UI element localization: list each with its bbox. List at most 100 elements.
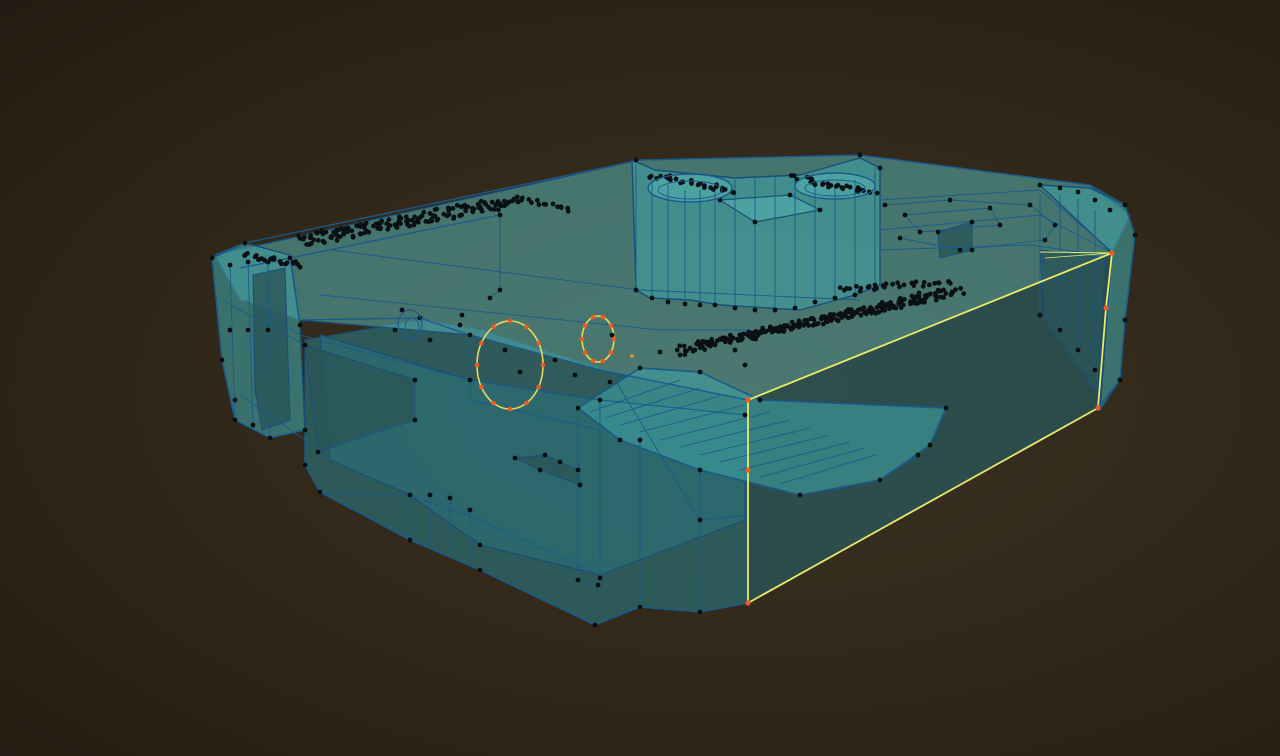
vertex <box>712 302 718 308</box>
vertex-cluster-point <box>801 322 807 328</box>
vertex-cluster-point <box>463 208 469 214</box>
vertex <box>517 369 523 375</box>
vertex-cluster-point <box>320 238 326 244</box>
mesh-edit-scene[interactable] <box>0 0 1280 756</box>
vertex <box>787 192 793 198</box>
vertex-cluster-point <box>699 343 705 349</box>
vertex-cluster-point <box>896 299 902 305</box>
vertex <box>267 435 273 441</box>
3d-viewport[interactable] <box>0 0 1280 756</box>
vertex-cluster-point <box>847 184 853 190</box>
vertex-cluster-point <box>350 233 356 239</box>
vertex-cluster-point <box>677 343 682 349</box>
selected-vertex <box>524 400 529 406</box>
vertex-cluster-point <box>802 317 808 323</box>
vertex-cluster-point <box>681 343 687 349</box>
vertex-cluster-point <box>403 214 409 220</box>
vertex <box>1122 202 1128 208</box>
vertex-cluster-point <box>937 288 942 294</box>
vertex-cluster-point <box>840 186 846 192</box>
vertex-cluster-point <box>687 345 693 351</box>
vertex <box>209 255 215 261</box>
vertex-cluster-point <box>961 291 967 296</box>
vertex-cluster-point <box>831 312 837 317</box>
vertex-cluster-point <box>895 280 900 286</box>
vertex-cluster-point <box>908 299 913 305</box>
vertex <box>287 255 293 261</box>
vertex-cluster-point <box>855 307 861 313</box>
vertex-cluster-point <box>362 222 368 228</box>
vertex <box>817 207 823 213</box>
vertex-cluster-point <box>314 230 320 236</box>
vertex-cluster-point <box>858 285 864 291</box>
vertex <box>897 235 903 241</box>
vertex-cluster-point <box>825 319 830 325</box>
vertex <box>697 609 703 615</box>
vertex-cluster-point <box>913 279 919 285</box>
vertex <box>497 287 503 293</box>
vertex-cluster-point <box>843 313 848 319</box>
vertex-cluster-point <box>354 223 359 229</box>
vertex <box>575 405 581 411</box>
selected-vertex <box>507 406 513 412</box>
vertex-cluster-point <box>459 212 465 218</box>
vertex-cluster-point <box>647 175 653 180</box>
vertex <box>467 507 473 513</box>
vertex-cluster-point <box>834 317 839 322</box>
vertex <box>607 379 613 385</box>
vertex <box>617 437 623 443</box>
selected-vertex <box>479 384 484 390</box>
vertex <box>609 332 615 338</box>
selected-vertex <box>600 358 606 364</box>
vertex-cluster-point <box>454 202 460 208</box>
vertex-cluster-point <box>847 286 853 291</box>
vertex-cluster-point <box>922 299 927 305</box>
vertex <box>969 219 975 225</box>
vertex-cluster-point <box>953 287 958 293</box>
vertex-cluster-point <box>450 205 456 211</box>
vertex-cluster-point <box>790 325 796 331</box>
selected-vertex <box>479 340 484 346</box>
vertex <box>987 205 993 211</box>
vertex-cluster-point <box>750 330 755 336</box>
vertex <box>392 327 398 333</box>
vertex <box>412 377 418 383</box>
vertex <box>792 305 798 311</box>
vertex-cluster-point <box>417 215 423 220</box>
vertex-cluster-point <box>731 190 737 196</box>
vertex-cluster-point <box>311 237 317 243</box>
vertex <box>597 397 603 403</box>
vertex-cluster-point <box>767 327 772 333</box>
vertex-cluster-point <box>921 279 927 285</box>
vertex <box>1075 347 1081 353</box>
vertex <box>633 287 639 293</box>
vertex-cluster-point <box>489 199 495 205</box>
vertex <box>697 369 703 375</box>
vertex-cluster-point <box>379 218 385 224</box>
vertex-cluster-point <box>958 285 964 291</box>
selected-vertex <box>590 358 596 364</box>
vertex <box>227 262 233 268</box>
vertex-cluster-point <box>812 182 818 188</box>
vertex <box>637 604 643 610</box>
vertex-cluster-point <box>529 200 534 206</box>
vertex <box>1092 367 1098 373</box>
vertex-cluster-point <box>261 257 267 263</box>
vertex <box>832 295 838 301</box>
vertex-cluster-point <box>674 347 680 353</box>
vertex <box>427 492 433 498</box>
vertex <box>1052 222 1058 228</box>
vertex <box>797 492 803 498</box>
vertex <box>245 327 251 333</box>
vertex-cluster-point <box>754 334 759 339</box>
selected-vertex <box>611 336 617 342</box>
vertex-cluster-point <box>334 237 340 243</box>
vertex <box>575 467 581 473</box>
vertex <box>497 212 503 218</box>
vertex <box>467 332 473 338</box>
selected-vertex <box>745 600 751 606</box>
vertex <box>315 449 321 455</box>
vertex <box>557 459 563 465</box>
pivot-point <box>630 354 634 358</box>
vertex-cluster-point <box>245 250 250 256</box>
